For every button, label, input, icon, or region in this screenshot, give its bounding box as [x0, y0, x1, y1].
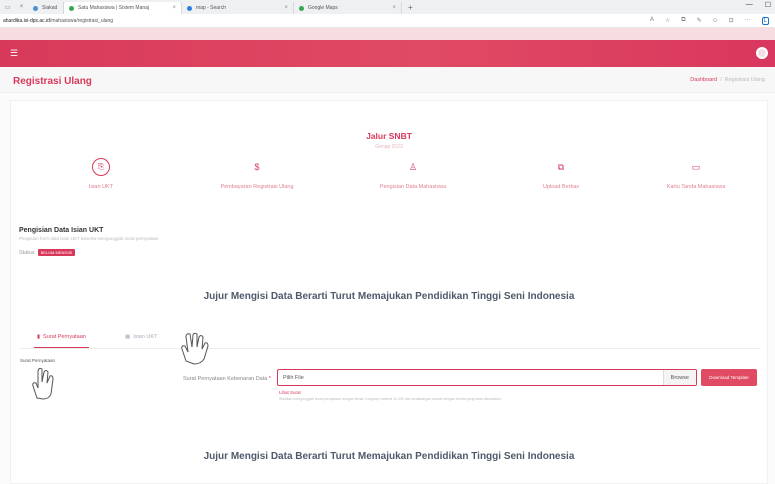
tab-title: Satu Mahasiswa | Sistem Manaj: [78, 5, 150, 11]
window-controls: — ☐: [746, 1, 771, 9]
read-aloud-icon[interactable]: A: [650, 17, 654, 25]
browser-tab-3[interactable]: map - Search ×: [182, 2, 294, 14]
url-text[interactable]: ahardika.isi-dps.ac.id/mahasiswa/registr…: [0, 18, 650, 24]
collections-icon[interactable]: ⊡: [729, 17, 734, 25]
admission-path: Jalur SNBT Genap 2023: [11, 131, 767, 150]
user-icon: ♙: [408, 161, 418, 172]
tab-actions: ▭ ×: [0, 4, 28, 11]
user-avatar[interactable]: [756, 47, 768, 59]
extensions-icon[interactable]: ✎: [697, 17, 702, 25]
maps-favicon-icon: [299, 5, 304, 11]
table-icon: ▦: [125, 334, 131, 340]
workspaces-icon[interactable]: ▭: [5, 4, 11, 11]
url-domain: ahardika.isi-dps.ac.id: [3, 17, 50, 24]
browser-window: ▭ × Siakad Institut Satu Mahasiswa | Sis…: [0, 0, 775, 484]
file-copy-icon: ⧉: [557, 161, 565, 172]
browser-tab-1[interactable]: Siakad Institut: [28, 2, 64, 14]
breadcrumb-home[interactable]: Dashboard: [690, 77, 717, 83]
step-label: Pengisian Data Mahasiswa: [379, 184, 447, 190]
status-label: Status: [19, 249, 35, 256]
minimize-icon[interactable]: —: [746, 1, 753, 9]
browser-tab-4[interactable]: Google Maps ×: [294, 2, 402, 14]
tab-label: Isian UKT: [133, 334, 158, 340]
step-data-mahasiswa[interactable]: ♙ Pengisian Data Mahasiswa: [343, 157, 483, 191]
status-row: Status BELUM MENGISI: [19, 249, 159, 256]
step-label: Pembayaran Registrasi Ulang: [220, 184, 294, 190]
section-subtitle: Pengisian form data isian UKT beserta me…: [19, 236, 159, 241]
tab-isian-ukt[interactable]: ▦ Isian UKT: [125, 334, 157, 340]
favorite-star-icon[interactable]: ☆: [665, 17, 670, 25]
page-title: Registrasi Ulang: [13, 76, 92, 87]
browser-tab-strip: ▭ × Siakad Institut Satu Mahasiswa | Sis…: [0, 0, 775, 14]
tab-surat-pernyataan[interactable]: ▮ Surat Pernyataan: [34, 334, 89, 348]
dollar-icon: $: [254, 162, 260, 172]
admission-path-title: Jalur SNBT: [366, 131, 412, 141]
required-mark: *: [268, 376, 271, 382]
ukt-section: Pengisian Data Isian UKT Pengisian form …: [19, 227, 159, 256]
pointer-hand-icon: [32, 367, 54, 400]
app-header: ☰: [0, 40, 775, 67]
url-path: /mahasiswa/registrasi_ulang: [49, 17, 114, 24]
more-icon[interactable]: ···: [745, 17, 751, 25]
motto-heading-bottom: Jujur Mengisi Data Berarti Turut Memajuk…: [203, 451, 575, 462]
browser-toolbar-icons: A ☆ ⧉ ✎ ✩ ⊡ ··· L: [650, 16, 775, 25]
admission-path-subtitle: Genap 2023: [375, 144, 403, 150]
document-icon: ▮: [37, 334, 41, 340]
pointer-hand-icon: [181, 332, 209, 365]
file-input-placeholder[interactable]: Pilih File: [278, 375, 663, 381]
page-heading: Registrasi Ulang Dashboard / Registrasi Ul…: [0, 67, 775, 93]
motto-heading: Jujur Mengisi Data Berarti Turut Memajuk…: [203, 291, 575, 302]
field-label: Surat Pernyataan Kebenaran Data *: [71, 376, 271, 382]
split-screen-icon[interactable]: ⧉: [681, 17, 685, 25]
favorites-icon[interactable]: ✩: [713, 17, 718, 25]
browser-tab-2[interactable]: Satu Mahasiswa | Sistem Manaj ×: [64, 2, 182, 14]
bing-favicon-icon: [187, 5, 192, 11]
browse-button[interactable]: Browse: [662, 370, 696, 385]
close-tab-icon[interactable]: ×: [172, 5, 176, 11]
breadcrumb-separator: /: [720, 77, 722, 83]
close-tab-icon[interactable]: ×: [284, 5, 288, 11]
card-icon: ▭: [691, 161, 701, 172]
address-bar[interactable]: ahardika.isi-dps.ac.id/mahasiswa/registr…: [0, 14, 775, 28]
field-label-text: Surat Pernyataan Kebenaran Data: [182, 376, 268, 382]
close-tab-icon[interactable]: ×: [20, 4, 24, 11]
download-template-button[interactable]: Download Template: [701, 369, 757, 386]
site-favicon-icon: [33, 5, 38, 11]
step-label: Upload Berkas: [542, 184, 580, 190]
form-tabs: ▮ Surat Pernyataan ▦ Isian UKT: [19, 329, 761, 349]
step-pembayaran[interactable]: $ Pembayaran Registrasi Ulang: [187, 157, 327, 190]
registration-card: Jalur SNBT Genap 2023 ⎘ Isian UKT $ Pemb…: [10, 100, 768, 484]
form-section-label: Surat Pernyataan: [20, 358, 56, 363]
new-tab-icon[interactable]: +: [402, 3, 419, 12]
tab-title: Siakad Institut: [42, 5, 58, 11]
circle-doc-icon: ⎘: [92, 158, 110, 176]
section-title: Pengisian Data Isian UKT: [19, 227, 104, 234]
step-label: Kartu Tanda Mahasiswa: [666, 184, 726, 190]
breadcrumb: Dashboard / Registrasi Ulang: [690, 77, 765, 83]
hamburger-menu-icon[interactable]: ☰: [10, 48, 18, 59]
status-badge: BELUM MENGISI: [37, 249, 76, 256]
close-tab-icon[interactable]: ×: [392, 5, 396, 11]
step-upload-berkas[interactable]: ⧉ Upload Berkas: [491, 157, 631, 191]
step-isian-ukt[interactable]: ⎘ Isian UKT: [31, 157, 171, 190]
view-letter-link[interactable]: Lihat Surat: [279, 390, 301, 395]
tab-title: map - Search: [196, 5, 227, 11]
edge-sidebar-icon[interactable]: L: [761, 16, 769, 25]
step-kartu-mahasiswa[interactable]: ▭ Kartu Tanda Mahasiswa: [626, 157, 766, 191]
upload-hint: Silahkan mengunggah surat pernyataan den…: [279, 397, 502, 401]
app-top-strip: [0, 28, 775, 40]
tab-label: Surat Pernyataan: [43, 334, 86, 340]
tab-title: Google Maps: [308, 5, 338, 11]
maximize-icon[interactable]: ☐: [765, 1, 771, 9]
file-input[interactable]: Pilih File Browse: [277, 369, 697, 386]
registration-steps: ⎘ Isian UKT $ Pembayaran Registrasi Ulan…: [11, 157, 767, 197]
site-favicon-icon: [69, 5, 74, 11]
breadcrumb-current: Registrasi Ulang: [724, 77, 765, 83]
step-label: Isian UKT: [88, 184, 114, 190]
